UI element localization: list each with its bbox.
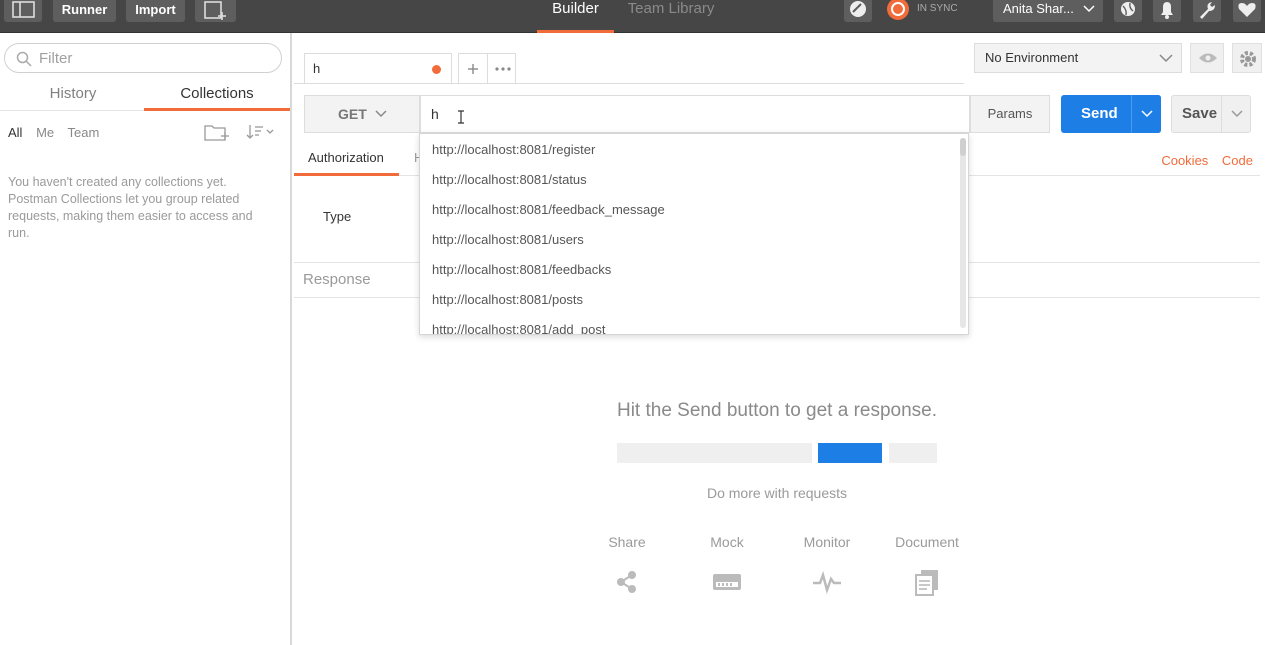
do-more-label: Do more with requests: [706, 485, 848, 501]
request-tab[interactable]: h: [304, 53, 452, 83]
sync-icon[interactable]: [883, 0, 913, 22]
heart-button[interactable]: [1233, 0, 1261, 22]
filter-placeholder: Filter: [39, 50, 73, 67]
sidebar-toggle-icon: [12, 1, 35, 18]
gear-icon: [1240, 51, 1256, 67]
notifications-button[interactable]: [1153, 0, 1181, 22]
tab-actions: [458, 53, 516, 84]
settings-button[interactable]: [1193, 0, 1221, 22]
feature-monitor[interactable]: Monitor: [782, 534, 872, 596]
collection-filters: All Me Team: [8, 125, 109, 140]
filter-me[interactable]: Me: [36, 125, 54, 140]
tab-history[interactable]: History: [0, 79, 146, 111]
autocomplete-item[interactable]: http://localhost:8081/register: [420, 134, 968, 164]
url-value: h: [431, 106, 439, 122]
placeholder-bar: [617, 443, 812, 463]
params-button[interactable]: Params: [970, 95, 1050, 133]
request-tab-label: h: [313, 61, 321, 76]
tab-collections[interactable]: Collections: [144, 79, 290, 111]
chevron-down-icon: [1231, 110, 1243, 118]
autocomplete-item[interactable]: http://localhost:8081/status: [420, 164, 968, 194]
cookies-link[interactable]: Cookies: [1161, 153, 1208, 168]
autocomplete-item[interactable]: http://localhost:8081/posts: [420, 284, 968, 314]
plus-icon[interactable]: [467, 63, 479, 75]
sort-icon[interactable]: [246, 123, 276, 141]
url-input[interactable]: h: [420, 95, 970, 133]
document-icon: [915, 570, 938, 596]
globe-button[interactable]: [1114, 0, 1142, 22]
globe-icon: [1121, 2, 1135, 16]
search-icon: [16, 51, 32, 67]
dropdown-scrollbar[interactable]: [960, 138, 966, 328]
save-options-button[interactable]: [1221, 95, 1251, 133]
tab-team-library[interactable]: Team Library: [622, 0, 720, 33]
sidebar: Filter History Collections All Me Team Y…: [0, 33, 292, 645]
environment-value: No Environment: [985, 50, 1079, 65]
text-cursor-icon: [458, 110, 464, 124]
feature-label: Share: [608, 534, 646, 550]
unsaved-dot: [432, 65, 441, 74]
user-name: Anita Shar...: [1003, 1, 1074, 16]
manage-environments-button[interactable]: [1232, 43, 1262, 73]
filter-team[interactable]: Team: [68, 125, 100, 140]
dropdown-scrollbar-thumb[interactable]: [960, 138, 966, 156]
code-link[interactable]: Code: [1222, 153, 1253, 168]
autocomplete-item[interactable]: http://localhost:8081/feedbacks: [420, 254, 968, 284]
satellite-icon: [850, 1, 866, 17]
user-menu-button[interactable]: Anita Shar...: [993, 0, 1103, 22]
import-button[interactable]: Import: [126, 0, 185, 22]
auth-type-label: Type: [323, 209, 352, 224]
feature-document[interactable]: Document: [882, 534, 972, 596]
new-collection-icon[interactable]: [204, 122, 230, 142]
empty-collections-message: You haven't created any collections yet.…: [8, 175, 253, 240]
chevron-down-icon: [1159, 54, 1173, 63]
feature-mock[interactable]: Mock: [682, 534, 772, 596]
bell-icon: [1161, 2, 1173, 19]
placeholder-bar-accent: [818, 443, 882, 463]
eye-icon: [1199, 53, 1217, 63]
autocomplete-item[interactable]: http://localhost:8081/feedback_message: [420, 194, 968, 224]
sidebar-tabs: History Collections: [0, 79, 292, 111]
sidebar-toggle-button[interactable]: [4, 0, 42, 22]
autocomplete-item[interactable]: http://localhost:8081/users: [420, 224, 968, 254]
feature-label: Document: [895, 534, 959, 550]
environment-quicklook-button[interactable]: [1190, 43, 1224, 73]
runner-button[interactable]: Runner: [53, 0, 116, 22]
method-select[interactable]: GET: [304, 95, 420, 133]
interceptor-button[interactable]: [844, 0, 872, 22]
heart-icon: [1238, 3, 1256, 17]
share-icon: [617, 571, 636, 593]
url-autocomplete-dropdown: http://localhost:8081/register http://lo…: [419, 133, 969, 335]
sync-status: IN SYNC: [917, 3, 958, 14]
response-label: Response: [303, 271, 371, 288]
chevron-down-icon: [1083, 5, 1095, 13]
monitor-icon: [813, 570, 841, 595]
method-value: GET: [338, 106, 367, 122]
send-options-button[interactable]: [1131, 95, 1161, 133]
wrench-icon: [1200, 2, 1215, 19]
new-window-icon: [204, 1, 226, 20]
request-links: Cookies Code: [1151, 153, 1253, 168]
tab-builder[interactable]: Builder: [537, 0, 614, 33]
placeholder-bar: [889, 443, 937, 463]
chevron-down-icon: [375, 110, 387, 118]
filter-all[interactable]: All: [8, 125, 22, 140]
filter-input[interactable]: Filter: [4, 43, 282, 73]
main-panel: h No Environment GET h Params Send Save …: [294, 33, 1265, 645]
tab-authorization[interactable]: Authorization: [294, 145, 399, 176]
more-icon[interactable]: [495, 66, 511, 72]
feature-share[interactable]: Share: [582, 534, 672, 596]
chevron-down-icon: [1141, 110, 1153, 118]
top-bar: Runner Import Builder Team Library IN SY…: [0, 0, 1265, 33]
environment-select[interactable]: No Environment: [974, 43, 1182, 73]
response-hint: Hit the Send button to get a response.: [616, 400, 938, 421]
new-button[interactable]: [195, 0, 236, 22]
feature-label: Mock: [710, 534, 744, 550]
autocomplete-item[interactable]: http://localhost:8081/add_post: [420, 314, 968, 334]
mock-icon: [713, 574, 741, 590]
feature-label: Monitor: [803, 534, 851, 550]
